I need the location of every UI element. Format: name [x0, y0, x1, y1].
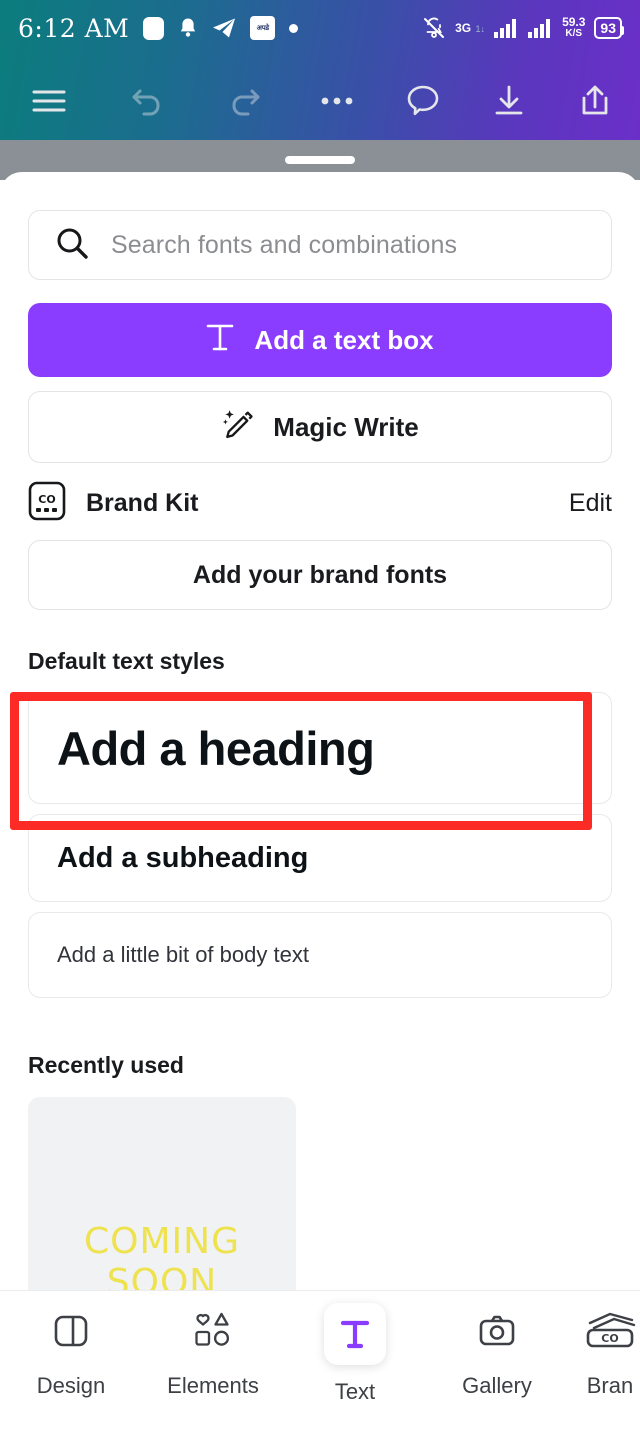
magic-write-button[interactable]: Magic Write — [28, 391, 612, 463]
nav-label-elements: Elements — [167, 1373, 259, 1398]
text-style-heading-label: Add a heading — [57, 721, 375, 775]
magic-pencil-icon — [221, 407, 255, 448]
share-icon[interactable] — [572, 78, 618, 124]
battery-icon: 93 — [594, 17, 624, 39]
status-bar-right: 3G 1↓ 59.3 K/S 93 — [422, 15, 624, 40]
bottom-navigation: Design Elements Text Gallery CO Bran — [0, 1290, 640, 1433]
nav-label-text: Text — [334, 1379, 376, 1404]
status-time: 6:12 AM — [18, 13, 130, 43]
text-style-heading[interactable]: Add a heading — [28, 692, 612, 804]
nav-item-gallery[interactable]: Gallery — [426, 1303, 568, 1399]
brand-kit-row: CO Brand Kit Edit — [28, 478, 612, 528]
design-layout-icon — [49, 1303, 93, 1359]
signal-bars-2-icon — [528, 18, 553, 38]
signal-bars-icon — [494, 18, 519, 38]
search-icon — [55, 226, 89, 265]
text-t-icon — [206, 322, 234, 359]
text-style-body-label: Add a little bit of body text — [57, 942, 309, 967]
toolbar-right-group — [314, 78, 640, 124]
recently-used-item-line1: COMING — [84, 1221, 240, 1262]
bell-icon — [178, 17, 198, 39]
telegram-icon — [212, 17, 236, 39]
net-speed: 59.3 K/S — [562, 15, 586, 39]
brand-kit-edit-link[interactable]: Edit — [569, 489, 612, 518]
brand-kit-icon: CO — [28, 481, 66, 526]
add-brand-fonts-button[interactable]: Add your brand fonts — [28, 540, 612, 610]
text-style-subheading[interactable]: Add a subheading — [28, 814, 612, 902]
app-badge-icon: अपडे — [250, 16, 276, 40]
nav-label-gallery: Gallery — [462, 1373, 532, 1398]
toolbar-left-group — [0, 78, 268, 124]
download-icon[interactable] — [486, 78, 532, 124]
add-text-box-button[interactable]: Add a text box — [28, 303, 612, 377]
camera-icon — [474, 1303, 520, 1359]
shapes-icon — [190, 1303, 236, 1359]
more-dots-icon[interactable] — [314, 78, 360, 124]
default-text-styles-title: Default text styles — [28, 648, 225, 674]
app-screen: 6:12 AM अपडे 3G 1↓ 59.3 K/S 93 Search fo… — [0, 0, 640, 1433]
comment-bubble-icon[interactable] — [400, 78, 446, 124]
magic-write-label: Magic Write — [273, 411, 419, 442]
status-bar: 6:12 AM अपडे 3G 1↓ 59.3 K/S 93 — [0, 0, 640, 56]
text-style-body[interactable]: Add a little bit of body text — [28, 912, 612, 998]
svg-text:CO: CO — [38, 493, 55, 506]
nav-label-brand: Bran — [586, 1373, 634, 1398]
network-type-label: 3G 1↓ — [455, 21, 486, 35]
redo-icon[interactable] — [222, 78, 268, 124]
bell-muted-icon — [422, 16, 446, 40]
hamburger-menu-icon[interactable] — [26, 78, 72, 124]
text-panel: Search fonts and combinations Add a text… — [0, 172, 640, 1352]
sheet-drag-handle[interactable] — [285, 156, 355, 164]
nav-item-text[interactable]: Text — [284, 1303, 426, 1405]
editor-toolbar — [0, 62, 640, 140]
add-text-box-label: Add a text box — [254, 324, 434, 355]
text-t-icon — [324, 1303, 386, 1365]
status-bar-left: 6:12 AM अपडे — [18, 13, 299, 43]
dot-icon — [289, 23, 299, 33]
text-style-subheading-label: Add a subheading — [57, 841, 309, 874]
rounded-square-icon — [143, 16, 165, 40]
brand-kit-icon: CO — [580, 1303, 640, 1359]
recently-used-title: Recently used — [28, 1052, 184, 1078]
editor-header: 6:12 AM अपडे 3G 1↓ 59.3 K/S 93 — [0, 0, 640, 140]
nav-label-design: Design — [36, 1373, 106, 1398]
undo-icon[interactable] — [124, 78, 170, 124]
nav-item-elements[interactable]: Elements — [142, 1303, 284, 1399]
search-input[interactable]: Search fonts and combinations — [28, 210, 612, 280]
nav-item-design[interactable]: Design — [0, 1303, 142, 1399]
brand-kit-label: Brand Kit — [86, 488, 199, 517]
svg-text:CO: CO — [601, 1332, 618, 1345]
nav-item-brand[interactable]: CO Bran — [580, 1303, 640, 1399]
add-brand-fonts-label: Add your brand fonts — [192, 560, 448, 589]
search-placeholder: Search fonts and combinations — [111, 230, 458, 259]
